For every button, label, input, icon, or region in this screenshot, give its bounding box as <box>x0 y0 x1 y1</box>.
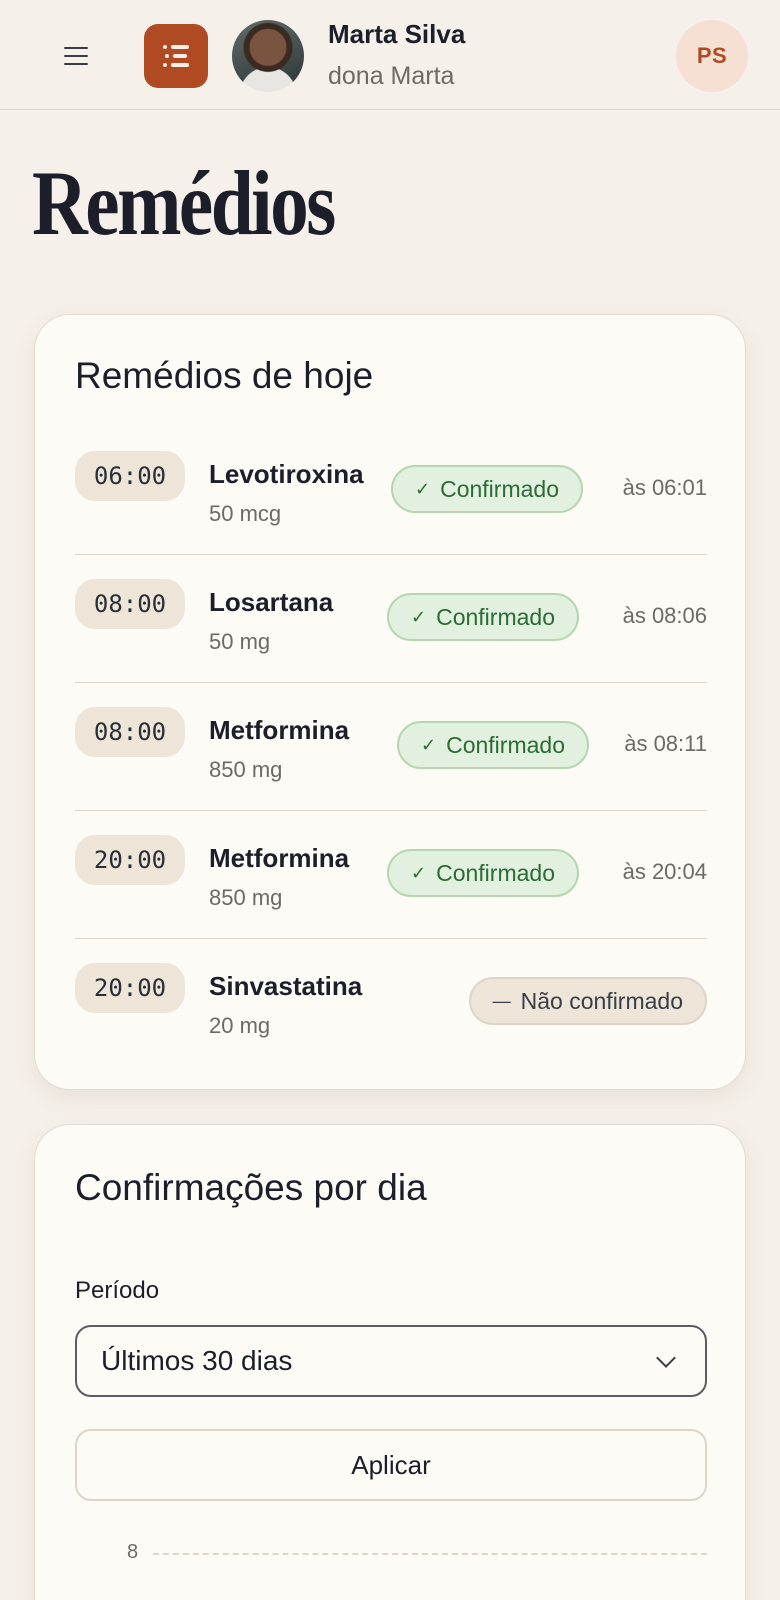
medicine-row: 20:00 Sinvastatina 20 mg — Não confirmad… <box>75 939 707 1067</box>
profile-name: Marta Silva <box>328 19 466 49</box>
status-badge: ✓ Confirmado <box>391 465 583 513</box>
status-badge: ✓ Confirmado <box>397 721 589 769</box>
medicine-name: Sinvastatina <box>209 971 363 1001</box>
status-badge: ✓ Confirmado <box>387 593 579 641</box>
medicine-dose: 850 mg <box>209 885 283 910</box>
medicine-dose: 50 mg <box>209 629 271 654</box>
status-label: Confirmado <box>440 475 559 502</box>
medicine-row: 08:00 Losartana 50 mg ✓ Confirmado às 08… <box>75 555 707 683</box>
medicine-row: 20:00 Metformina 850 mg ✓ Confirmado às … <box>75 811 707 939</box>
medicine-dose: 50 mcg <box>209 501 282 526</box>
medicine-name: Metformina <box>209 843 350 873</box>
time-chip: 20:00 <box>75 963 185 1013</box>
period-label: Período <box>75 1277 160 1304</box>
profile-avatar[interactable] <box>232 20 304 92</box>
medicine-name: Levotiroxina <box>209 459 364 489</box>
user-avatar[interactable]: PS <box>676 20 748 92</box>
status-label: Confirmado <box>436 603 555 630</box>
check-icon: ✓ <box>421 734 437 755</box>
card-title: Remédios de hoje <box>75 355 374 396</box>
check-icon: ✓ <box>411 862 427 883</box>
page-title: Remédios <box>32 152 336 254</box>
time-chip: 20:00 <box>75 835 185 885</box>
hamburger-menu-icon[interactable] <box>52 34 100 78</box>
period-select-value: Últimos 30 dias <box>101 1345 293 1376</box>
status-label: Confirmado <box>446 731 565 758</box>
today-medicines-card: Remédios de hoje 06:00 Levotiroxina 50 m… <box>34 314 746 1090</box>
profile-nickname: dona Marta <box>328 62 455 90</box>
medicine-name: Metformina <box>209 715 350 745</box>
top-bar: Marta Silva dona Marta PS <box>0 0 780 110</box>
confirmations-chart: 8 <box>75 1535 707 1600</box>
status-badge: — Não confirmado <box>468 977 707 1025</box>
status-label: Não confirmado <box>520 987 683 1014</box>
medicine-row: 06:00 Levotiroxina 50 mcg ✓ Confirmado à… <box>75 427 707 555</box>
check-icon: ✓ <box>415 478 431 499</box>
medicine-name: Losartana <box>209 587 334 617</box>
time-chip: 06:00 <box>75 451 185 501</box>
list-icon[interactable] <box>144 24 208 88</box>
y-tick-label: 8 <box>127 1541 139 1563</box>
medicine-dose: 850 mg <box>209 757 283 782</box>
status-badge: ✓ Confirmado <box>387 849 579 897</box>
medicine-dose: 20 mg <box>209 1013 271 1038</box>
confirmed-time: às 08:06 <box>622 603 707 628</box>
time-chip: 08:00 <box>75 707 185 757</box>
dash-icon: — <box>492 990 511 1011</box>
confirmations-chart-card: Confirmações por dia Período Últimos 30 … <box>34 1124 746 1600</box>
confirmed-time: às 20:04 <box>622 859 707 884</box>
chevron-down-icon <box>656 1348 676 1368</box>
period-select[interactable]: Últimos 30 dias <box>75 1325 707 1397</box>
confirmed-time: às 08:11 <box>624 731 707 756</box>
medicine-row: 08:00 Metformina 850 mg ✓ Confirmado às … <box>75 683 707 811</box>
confirmed-time: às 06:01 <box>622 475 707 500</box>
card-title: Confirmações por dia <box>75 1167 427 1208</box>
status-label: Confirmado <box>436 859 555 886</box>
apply-button[interactable]: Aplicar <box>75 1429 707 1501</box>
check-icon: ✓ <box>411 606 427 627</box>
time-chip: 08:00 <box>75 579 185 629</box>
gridline <box>153 1553 707 1555</box>
